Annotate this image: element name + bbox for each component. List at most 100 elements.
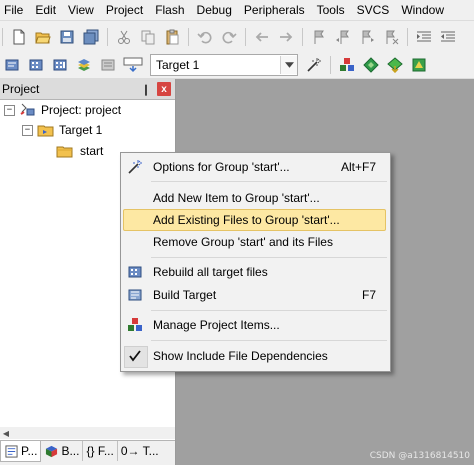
navigate-back-button[interactable] [252, 27, 272, 47]
project-icon [19, 102, 37, 118]
menu-item-add-new-item[interactable]: Add New Item to Group 'start'... [121, 187, 390, 209]
collapse-icon[interactable]: − [4, 104, 15, 116]
menu-view[interactable]: View [62, 0, 100, 20]
menu-item-label: Add New Item to Group 'start'... [153, 191, 320, 205]
indent-button[interactable] [414, 27, 434, 47]
load-icon [123, 57, 143, 73]
new-file-icon [13, 29, 25, 44]
menu-window[interactable]: Window [395, 0, 450, 20]
new-file-button[interactable] [9, 27, 29, 47]
tab-label: B... [61, 444, 80, 458]
menu-item-rebuild-all[interactable]: Rebuild all target files [121, 261, 390, 283]
download-button[interactable] [122, 55, 144, 75]
panel-title: Project [2, 82, 40, 96]
rebuild-button[interactable] [50, 55, 70, 75]
open-folder-icon [35, 32, 51, 43]
project-root-label: Project: project [41, 103, 122, 117]
menu-svcs[interactable]: SVCS [351, 0, 396, 20]
tree-row-project[interactable]: − Project: project [4, 101, 121, 119]
menu-item-shortcut: F7 [361, 288, 376, 302]
previous-bookmark-button[interactable] [333, 27, 353, 47]
stop-build-button[interactable] [98, 55, 118, 75]
save-all-button[interactable] [81, 27, 101, 47]
watermark: CSDN @a1316814510 [369, 451, 470, 461]
redo-button[interactable] [219, 27, 239, 47]
menu-item-show-include-deps[interactable]: Show Include File Dependencies [121, 345, 390, 368]
insert-bookmark-button[interactable] [309, 27, 329, 47]
pack-installer-button[interactable] [385, 55, 405, 75]
packs-icon [363, 57, 379, 73]
menu-separator [151, 181, 387, 182]
copy-button[interactable] [138, 27, 158, 47]
select-packs-button[interactable] [361, 55, 381, 75]
save-button[interactable] [57, 27, 77, 47]
target-select-value: Target 1 [156, 58, 200, 72]
target-options-button[interactable] [304, 55, 324, 75]
target-select[interactable]: Target 1 [150, 54, 298, 76]
batch-build-icon [78, 59, 90, 71]
pack-installer-icon [387, 57, 403, 73]
menu-item-label: Add Existing Files to Group 'start'... [153, 213, 340, 227]
menu-file[interactable]: File [0, 0, 29, 20]
menu-item-label: Rebuild all target files [153, 265, 268, 279]
tab-label: {} F... [86, 444, 114, 458]
menu-tools[interactable]: Tools [311, 0, 351, 20]
magic-wand-icon [307, 58, 321, 72]
checkmark-icon [126, 347, 144, 365]
close-icon[interactable]: x [157, 82, 171, 96]
menu-flash[interactable]: Flash [149, 0, 190, 20]
undo-button[interactable] [195, 27, 215, 47]
indent-icon [417, 31, 431, 41]
menu-peripherals[interactable]: Peripherals [238, 0, 311, 20]
tab-label: 0→ T... [120, 444, 159, 458]
group-label: start [78, 144, 106, 158]
navigate-forward-button[interactable] [276, 27, 296, 47]
toolbar-divider [245, 27, 246, 46]
magic-wand-icon [126, 158, 144, 176]
tab-project[interactable]: P... [0, 441, 42, 462]
collapse-icon[interactable]: − [22, 124, 33, 136]
batch-build-button[interactable] [74, 55, 94, 75]
menu-item-build-target[interactable]: Build Target F7 [121, 284, 390, 306]
build-button[interactable] [26, 55, 46, 75]
tab-templates[interactable]: 0→ T... [118, 441, 162, 461]
rte-icon [412, 58, 426, 72]
bookmark-flag-icon [314, 30, 324, 44]
menu-item-options-for-group[interactable]: Options for Group 'start'... Alt+F7 [121, 156, 390, 178]
next-bookmark-button[interactable] [357, 27, 377, 47]
panel-tabs: P... B... {} F... 0→ T... [0, 440, 175, 465]
cut-button[interactable] [114, 27, 134, 47]
horizontal-scrollbar[interactable]: ◀ [0, 427, 175, 439]
rte-button[interactable] [409, 55, 429, 75]
tree-row-target[interactable]: − Target 1 [22, 121, 102, 139]
unindent-button[interactable] [438, 27, 458, 47]
menu-item-label: Manage Project Items... [153, 318, 280, 332]
manage-components-button[interactable] [337, 55, 357, 75]
arrow-left-icon [255, 31, 268, 42]
menu-separator [151, 310, 387, 311]
chevron-down-icon[interactable] [280, 56, 297, 74]
redo-icon [222, 31, 237, 43]
tab-functions[interactable]: {} F... [83, 441, 118, 461]
menu-item-label: Build Target [153, 288, 217, 302]
menu-item-add-existing-files[interactable]: Add Existing Files to Group 'start'... [121, 209, 390, 231]
menu-edit[interactable]: Edit [29, 0, 62, 20]
bookmark-prev-icon [336, 30, 349, 44]
components-icon [126, 316, 144, 334]
project-tab-icon [4, 444, 18, 458]
tab-books[interactable]: B... [41, 441, 84, 461]
menu-project[interactable]: Project [100, 0, 149, 20]
pin-icon[interactable]: ❙ [139, 82, 153, 96]
paste-button[interactable] [162, 27, 182, 47]
toolbar-divider [2, 27, 3, 46]
clear-bookmarks-button[interactable] [381, 27, 401, 47]
menu-debug[interactable]: Debug [191, 0, 238, 20]
scroll-left-icon[interactable]: ◀ [0, 429, 12, 438]
menu-item-manage-project-items[interactable]: Manage Project Items... [121, 314, 390, 336]
unindent-icon [441, 31, 455, 41]
menu-item-remove-group[interactable]: Remove Group 'start' and its Files [121, 231, 390, 253]
scissors-icon [118, 30, 130, 44]
tree-row-group-start[interactable]: start [56, 142, 106, 160]
translate-button[interactable] [2, 55, 22, 75]
open-file-button[interactable] [33, 27, 53, 47]
